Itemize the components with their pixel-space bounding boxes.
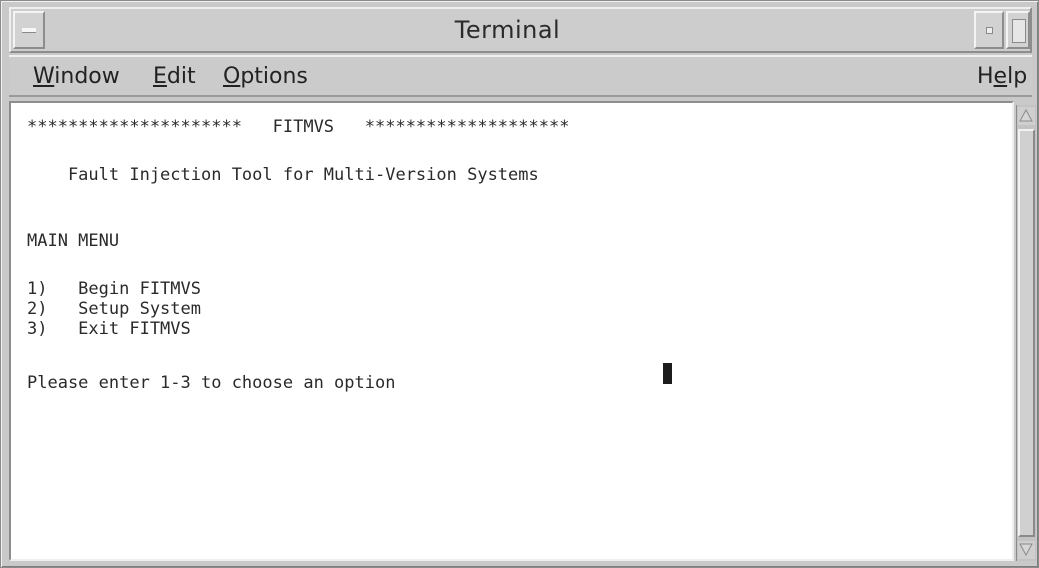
menu-window[interactable]: Window <box>33 63 120 91</box>
menu-option-1: 1) Begin FITMVS <box>27 279 201 299</box>
window-title: Terminal <box>454 16 561 44</box>
tool-subtitle: Fault Injection Tool for Multi-Version S… <box>27 165 539 185</box>
menu-window-label: indow <box>54 64 120 89</box>
main-menu-heading: MAIN MENU <box>27 231 120 251</box>
menu-edit-label: dit <box>166 64 196 89</box>
window-menu-button[interactable] <box>13 11 45 49</box>
menu-options-label: ptions <box>240 64 308 89</box>
menu-edit-mnemonic: E <box>153 64 167 89</box>
menu-option-2: 2) Setup System <box>27 299 201 319</box>
menu-options[interactable]: Options <box>223 63 308 91</box>
banner-line: ********************* FITMVS ***********… <box>27 117 570 137</box>
terminal-window: Terminal Window Edit Options Help ******… <box>0 0 1039 568</box>
menu-option-3: 3) Exit FITMVS <box>27 319 191 339</box>
vertical-scrollbar[interactable] <box>1016 105 1036 561</box>
arrow-up-icon <box>1019 109 1033 122</box>
menu-help-label: lp <box>1007 64 1028 89</box>
text-cursor <box>663 363 672 384</box>
menu-help[interactable]: Help <box>977 63 1027 91</box>
terminal-area[interactable]: ********************* FITMVS ***********… <box>9 101 1014 561</box>
maximize-button[interactable] <box>1006 11 1030 49</box>
terminal-output: ********************* FITMVS ***********… <box>27 117 569 393</box>
minimize-button[interactable] <box>974 11 1004 49</box>
menu-edit[interactable]: Edit <box>153 63 196 91</box>
menu-help-mnemonic: e <box>993 64 1008 89</box>
scroll-up-button[interactable] <box>1018 107 1035 125</box>
scroll-down-button[interactable] <box>1018 541 1035 559</box>
scroll-thumb[interactable] <box>1018 129 1035 537</box>
maximize-icon <box>1012 19 1026 43</box>
minimize-icon <box>986 27 993 34</box>
menu-window-mnemonic: W <box>33 64 55 89</box>
arrow-down-icon <box>1019 543 1033 556</box>
title-bar[interactable]: Terminal <box>9 7 1032 53</box>
menu-options-mnemonic: O <box>223 64 241 89</box>
menu-help-prefix: H <box>977 64 994 89</box>
input-prompt: Please enter 1-3 to choose an option <box>27 373 396 393</box>
menu-bar: Window Edit Options Help <box>9 55 1032 97</box>
window-menu-icon <box>22 28 36 33</box>
